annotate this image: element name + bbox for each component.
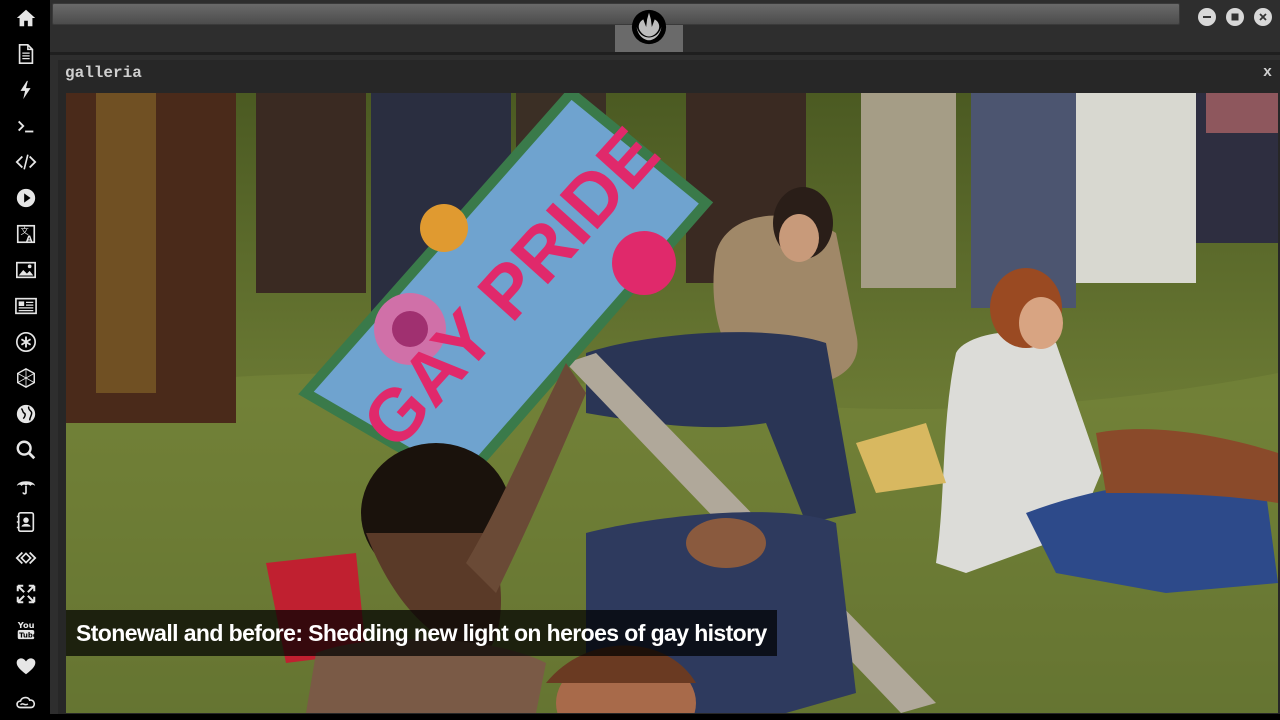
sidebar: 文A You Tube: [0, 0, 50, 720]
svg-text:Tube: Tube: [19, 631, 37, 639]
code-icon[interactable]: [13, 149, 39, 175]
separator: [50, 52, 1280, 55]
close-icon[interactable]: [1254, 8, 1272, 26]
gallery-window: galleria x GAY PRIDE Stonewall and befor…: [58, 60, 1280, 718]
newspaper-icon[interactable]: [13, 293, 39, 319]
svg-text:You: You: [17, 620, 35, 630]
gallery-caption[interactable]: Stonewall and before: Shedding new light…: [66, 610, 777, 656]
play-icon[interactable]: [13, 185, 39, 211]
svg-text:A: A: [26, 233, 33, 243]
maximize-icon[interactable]: [1226, 8, 1244, 26]
window-close-button[interactable]: x: [1263, 64, 1272, 81]
umbrella-icon[interactable]: [13, 473, 39, 499]
minimize-icon[interactable]: [1198, 8, 1216, 26]
bottom-strip: [50, 714, 1280, 720]
translate-icon[interactable]: 文A: [13, 221, 39, 247]
document-icon[interactable]: [13, 41, 39, 67]
fullscreen-icon[interactable]: [13, 581, 39, 607]
home-icon[interactable]: [13, 5, 39, 31]
terminal-icon[interactable]: [13, 113, 39, 139]
cloud-icon[interactable]: [13, 689, 39, 715]
search-icon[interactable]: [13, 437, 39, 463]
heart-icon[interactable]: [13, 653, 39, 679]
contact-book-icon[interactable]: [13, 509, 39, 535]
hexagon-icon[interactable]: [13, 365, 39, 391]
asterisk-icon[interactable]: [13, 329, 39, 355]
image-icon[interactable]: [13, 257, 39, 283]
address-bar[interactable]: [52, 3, 1180, 25]
rebel-alliance-logo[interactable]: [630, 8, 668, 46]
lightning-icon[interactable]: [13, 77, 39, 103]
nodes-icon[interactable]: [13, 545, 39, 571]
globe-icon[interactable]: [13, 401, 39, 427]
window-title: galleria: [65, 64, 142, 82]
youtube-icon[interactable]: You Tube: [13, 617, 39, 643]
